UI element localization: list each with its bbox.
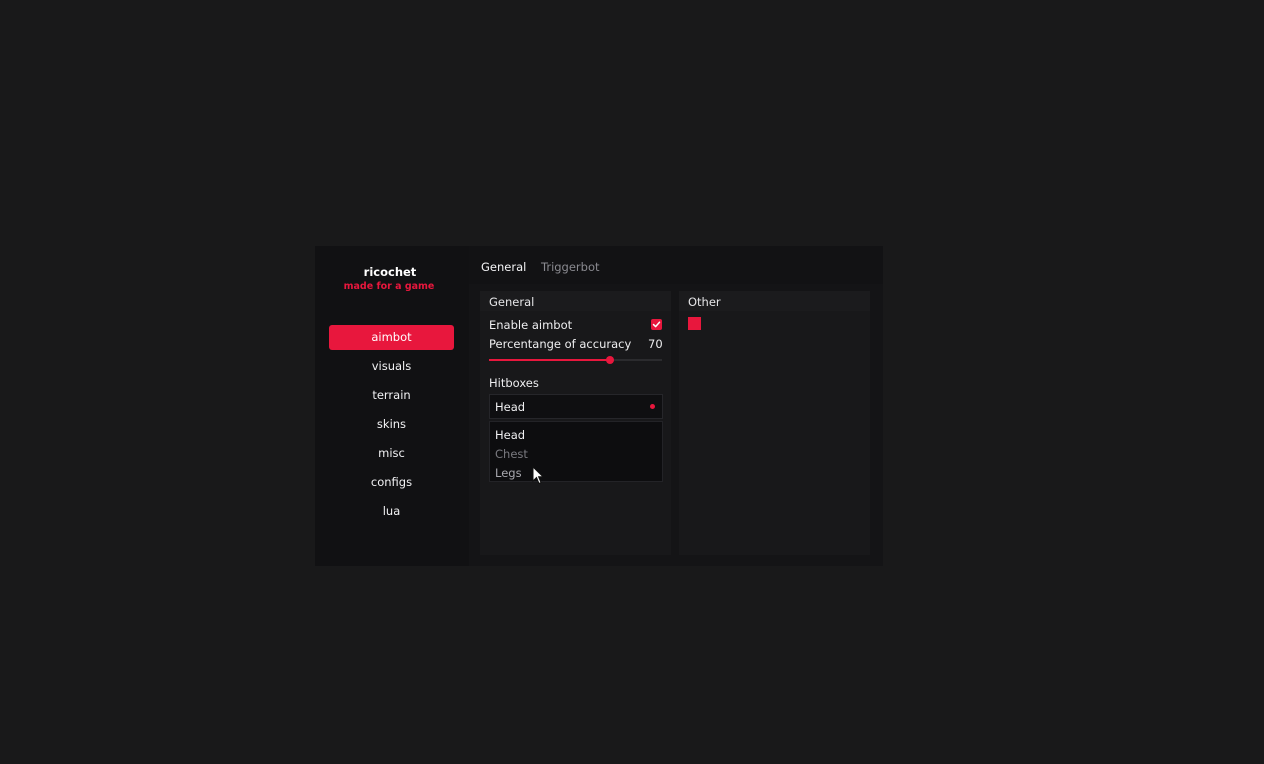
enable-aimbot-checkbox[interactable] xyxy=(651,319,662,330)
select-indicator-icon xyxy=(650,404,655,409)
hitbox-option-legs[interactable]: Legs xyxy=(495,466,522,480)
hitbox-option-chest[interactable]: Chest xyxy=(495,447,528,461)
tab-general[interactable]: General xyxy=(481,260,526,274)
hitboxes-select-value: Head xyxy=(495,400,526,414)
sidebar-item-lua[interactable]: lua xyxy=(329,499,454,524)
cheat-menu-window: ricochet made for a game aimbot visuals … xyxy=(315,246,883,566)
tab-triggerbot[interactable]: Triggerbot xyxy=(541,260,600,274)
sidebar-item-configs[interactable]: configs xyxy=(329,470,454,495)
sidebar-item-terrain[interactable]: terrain xyxy=(329,383,454,408)
general-panel-header: General xyxy=(480,291,671,311)
content-area: General Triggerbot General Enable aimbot… xyxy=(469,246,883,566)
color-picker-swatch[interactable] xyxy=(688,317,701,330)
sidebar-item-visuals[interactable]: visuals xyxy=(329,354,454,379)
checkmark-icon xyxy=(652,321,661,328)
tab-bar: General Triggerbot xyxy=(469,246,883,284)
brand-subtitle: made for a game xyxy=(343,281,435,292)
hitboxes-select[interactable]: Head xyxy=(489,394,663,419)
accuracy-slider-fill xyxy=(489,359,611,361)
sidebar-item-aimbot[interactable]: aimbot xyxy=(329,325,454,350)
mouse-cursor-icon xyxy=(532,466,544,485)
general-panel-title: General xyxy=(489,295,535,309)
hitboxes-dropdown: Head Chest Legs xyxy=(489,421,663,482)
sidebar: ricochet made for a game aimbot visuals … xyxy=(315,246,469,566)
accuracy-slider[interactable] xyxy=(489,356,662,364)
hitboxes-label: Hitboxes xyxy=(489,376,539,390)
accuracy-slider-handle[interactable] xyxy=(606,356,615,364)
other-panel-title: Other xyxy=(688,295,721,309)
sidebar-item-misc[interactable]: misc xyxy=(329,441,454,466)
accuracy-label: Percentange of accuracy xyxy=(489,337,632,351)
brand-title: ricochet xyxy=(363,265,417,279)
other-panel-header: Other xyxy=(679,291,870,311)
general-panel: General Enable aimbot Percentange of acc… xyxy=(480,291,671,555)
other-panel: Other xyxy=(679,291,870,555)
hitbox-option-head[interactable]: Head xyxy=(495,428,525,442)
sidebar-item-skins[interactable]: skins xyxy=(329,412,454,437)
enable-aimbot-label: Enable aimbot xyxy=(489,318,573,332)
accuracy-value: 70 xyxy=(648,337,663,351)
